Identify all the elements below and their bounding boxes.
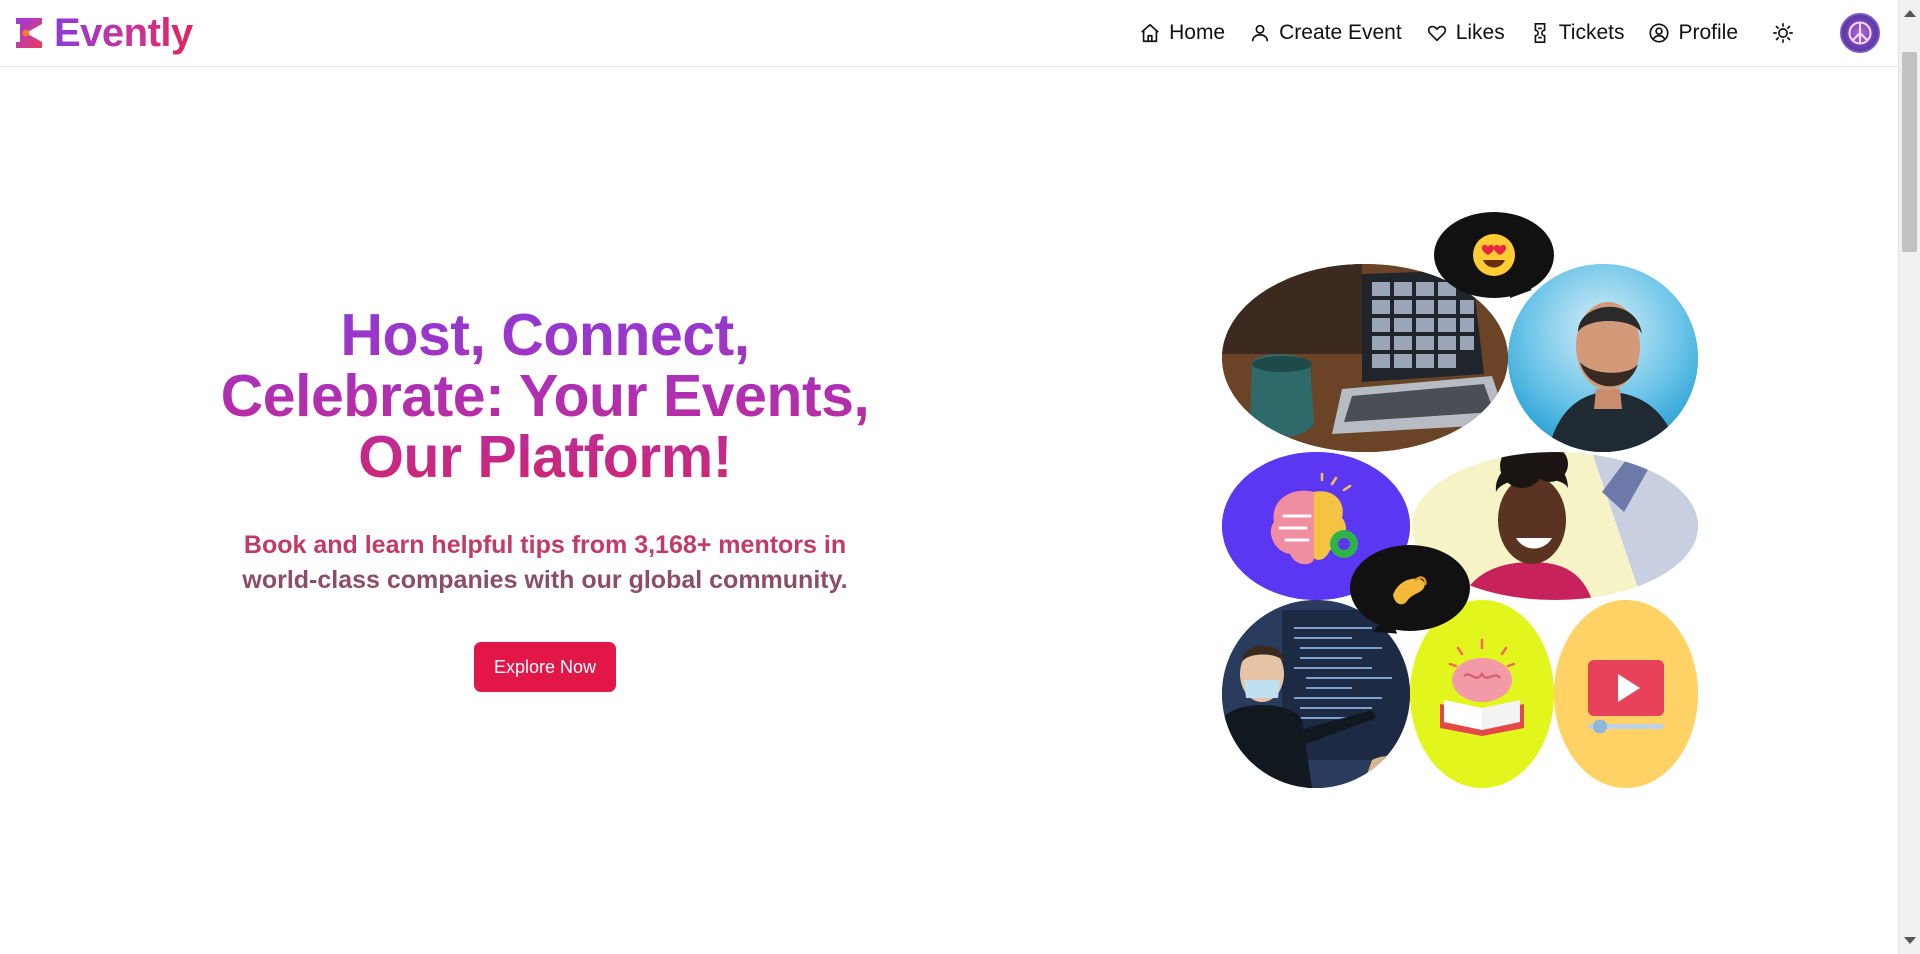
hero-subtitle-line2: world-class companies with our global co…	[242, 566, 848, 594]
book-brain-image	[1410, 600, 1554, 788]
nav-likes[interactable]: Likes	[1426, 21, 1505, 45]
reaction-bubble-top-tail	[1510, 276, 1532, 298]
scroll-down-arrow-icon[interactable]	[1904, 937, 1916, 944]
brand-name: Evently	[54, 10, 193, 55]
logo-icon	[16, 18, 42, 48]
nav-profile-label: Profile	[1678, 21, 1738, 44]
user-icon	[1251, 24, 1269, 42]
explore-now-button[interactable]: Explore Now	[473, 642, 617, 692]
heart-eyes-emoji-icon	[1473, 234, 1515, 276]
nav-create-event[interactable]: Create Event	[1249, 21, 1402, 45]
peace-icon	[1848, 21, 1872, 45]
page-scrollbar[interactable]	[1898, 0, 1920, 954]
pinching-hand-emoji-icon	[1393, 576, 1427, 605]
avatar[interactable]	[1840, 13, 1880, 53]
page: Evently Home Create Event Likes Tickets …	[0, 0, 1920, 954]
ticket-icon	[1534, 23, 1546, 43]
nav-menu: Home Create Event Likes Tickets Profile	[1115, 10, 1880, 56]
man-portrait-image	[1508, 264, 1698, 452]
nav-tickets[interactable]: Tickets	[1529, 21, 1625, 45]
video-player-image	[1554, 600, 1698, 788]
nav-home-label: Home	[1169, 21, 1226, 44]
nav-likes-label: Likes	[1455, 21, 1505, 44]
top-navbar: Evently Home Create Event Likes Tickets …	[0, 0, 1898, 67]
scroll-up-arrow-icon[interactable]	[1904, 10, 1916, 17]
hero-collage	[1222, 212, 1698, 788]
nav-create-event-label: Create Event	[1279, 21, 1402, 44]
hero-subtitle: Book and learn helpful tips from 3,168+ …	[200, 528, 890, 598]
reaction-bubble-mid	[1350, 545, 1470, 631]
scroll-thumb[interactable]	[1902, 52, 1917, 252]
hero-section: Host, Connect, Celebrate: Your Events, O…	[200, 305, 890, 692]
nav-profile[interactable]: Profile	[1648, 21, 1738, 45]
nav-home[interactable]: Home	[1139, 21, 1225, 45]
sun-icon	[1773, 23, 1793, 43]
home-icon	[1141, 23, 1159, 43]
hero-title: Host, Connect, Celebrate: Your Events, O…	[200, 305, 890, 488]
nav-tickets-label: Tickets	[1558, 21, 1625, 44]
reaction-bubble-top	[1434, 212, 1554, 298]
heart-icon	[1427, 25, 1446, 42]
brand-logo[interactable]: Evently	[14, 11, 193, 55]
hero-subtitle-line1: Book and learn helpful tips from 3,168+ …	[243, 531, 847, 559]
theme-toggle-button[interactable]	[1770, 20, 1796, 46]
profile-icon	[1649, 23, 1670, 43]
